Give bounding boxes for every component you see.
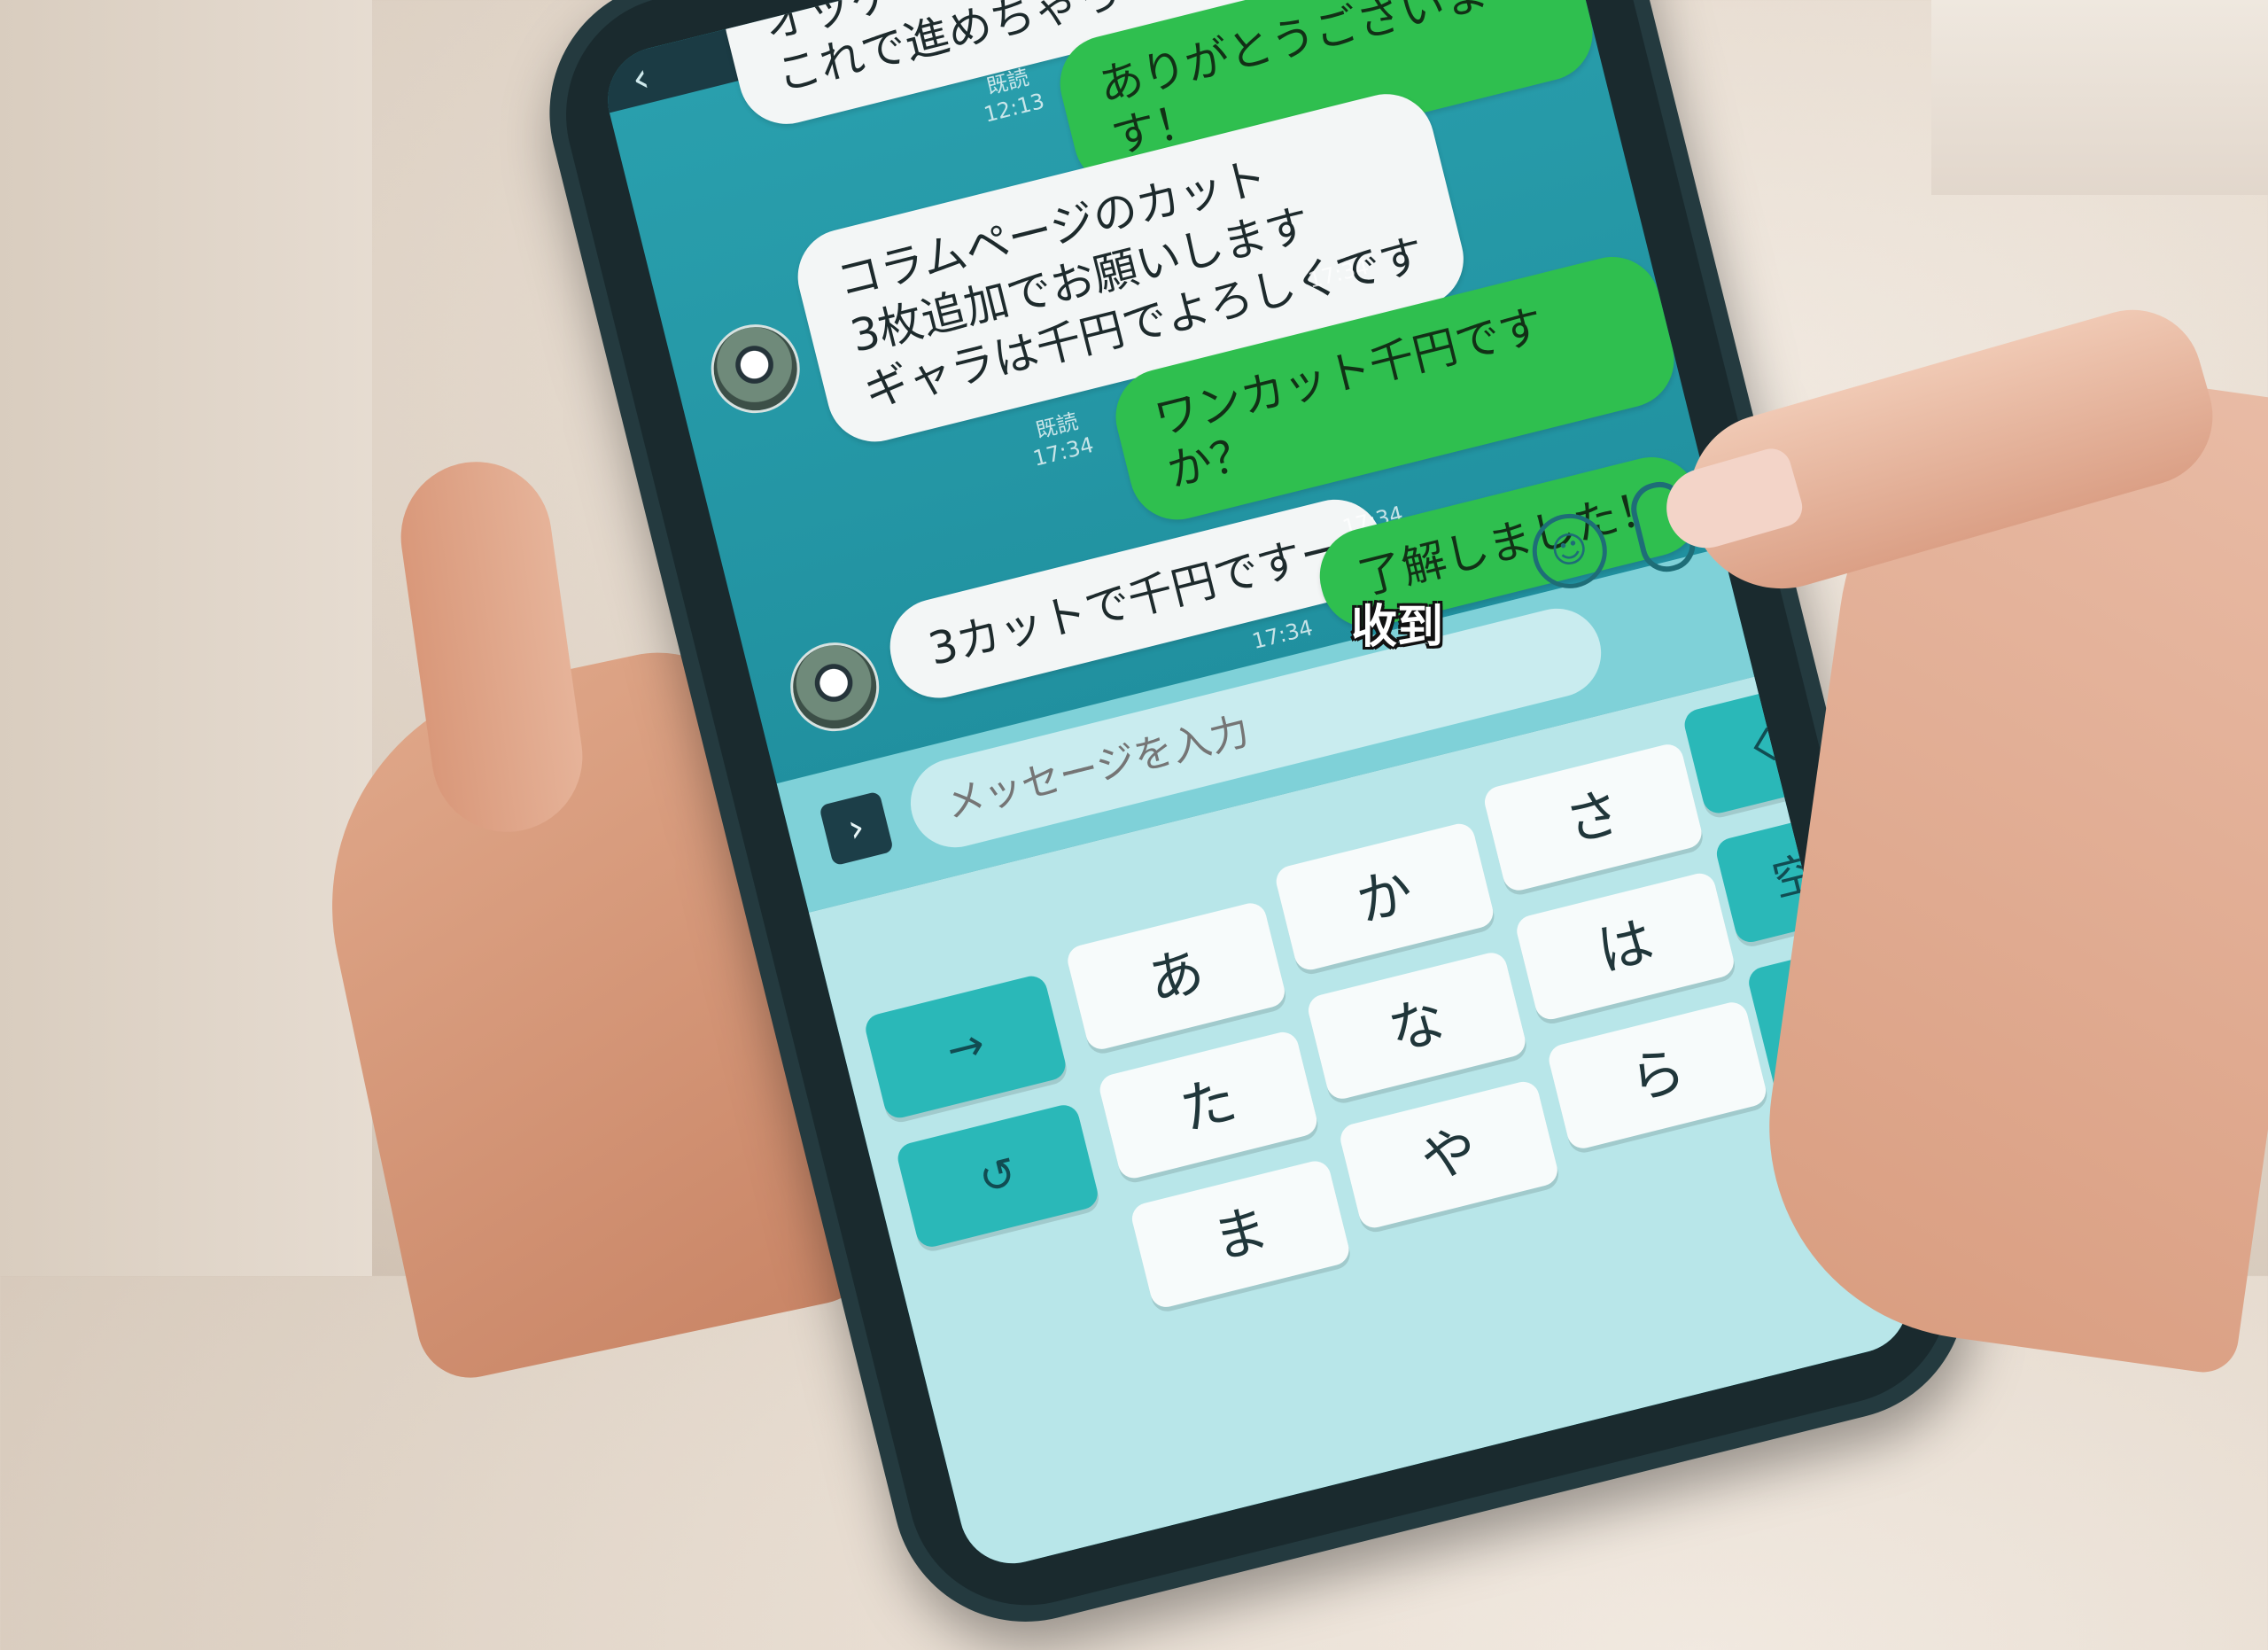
key-ta[interactable]: た (1096, 1029, 1321, 1182)
arrow-key[interactable]: → (862, 972, 1069, 1122)
key-ha[interactable]: は (1513, 869, 1737, 1023)
key-ka[interactable]: か (1272, 820, 1497, 974)
photo-scene: ‹ オッケーです これで進めちゃってください 既読 12:13 ありがとうござい… (0, 0, 2268, 1650)
key-ra[interactable]: ら (1545, 999, 1769, 1152)
back-chevron-icon[interactable]: ‹ (626, 52, 654, 103)
key-ya[interactable]: や (1337, 1078, 1561, 1232)
background-shelf (1931, 0, 2268, 195)
undo-icon[interactable]: ↺ (894, 1101, 1101, 1250)
message-meta: 既読 17:34 (1024, 406, 1097, 472)
message-time: 17:34 (1249, 615, 1316, 655)
subtitle-caption: 收到 (1351, 601, 1444, 654)
chevron-right-icon[interactable]: › (819, 790, 895, 867)
key-sa[interactable]: さ (1481, 741, 1705, 894)
avatar (702, 315, 810, 423)
background-wall (0, 0, 372, 1276)
key-a[interactable]: あ (1064, 899, 1288, 1053)
phone-screen: ‹ オッケーです これで進めちゃってください 既読 12:13 ありがとうござい… (596, 0, 1920, 1575)
key-na[interactable]: な (1305, 949, 1529, 1102)
key-ma[interactable]: ま (1129, 1157, 1353, 1311)
avatar (781, 633, 889, 741)
smartphone: ‹ オッケーです これで進めちゃってください 既読 12:13 ありがとうござい… (521, 0, 1995, 1650)
